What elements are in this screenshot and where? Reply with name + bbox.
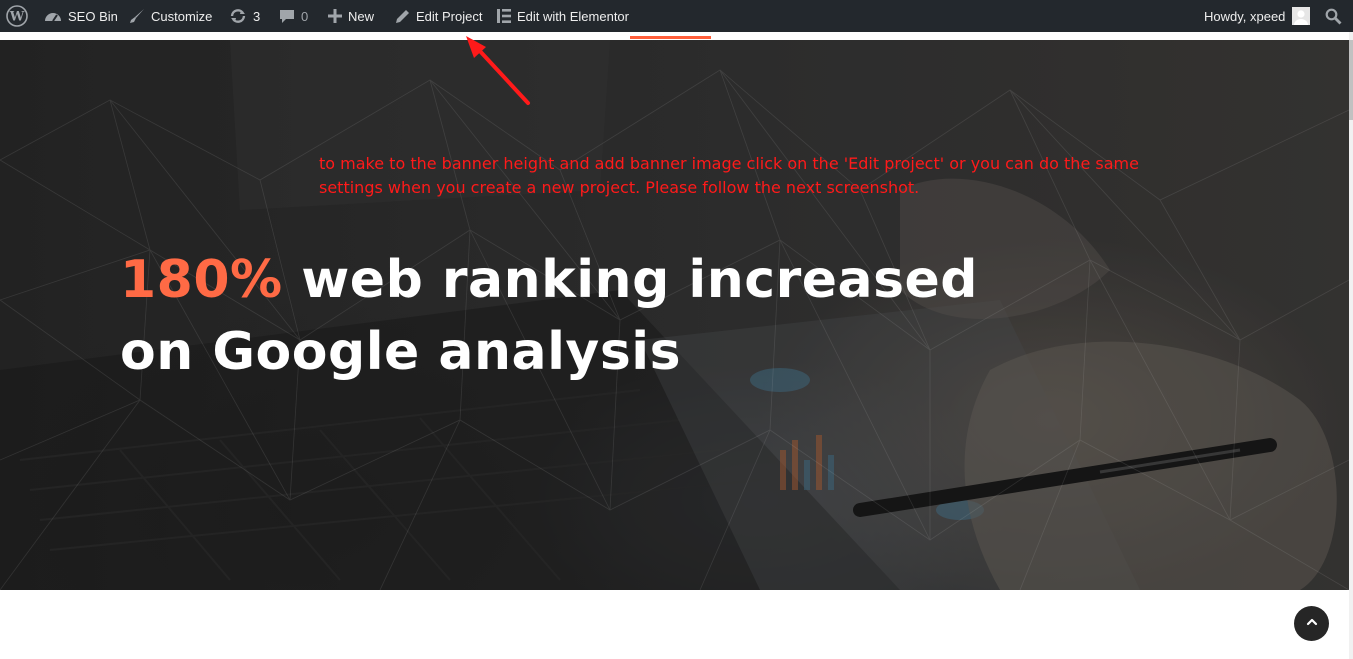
edit-project-label: Edit Project (416, 8, 483, 24)
user-avatar (1292, 7, 1311, 25)
comment-icon (279, 8, 295, 24)
page-scrollbar[interactable] (1349, 32, 1353, 659)
hero-banner: 180% web ranking increased on Google ana… (0, 40, 1349, 590)
site-name-link[interactable]: SEO Bin (44, 0, 118, 32)
plus-icon (328, 9, 342, 23)
updates-count: 3 (253, 8, 261, 24)
new-label: New (348, 8, 375, 24)
annotation-note: to make to the banner height and add ban… (319, 154, 1139, 197)
scrollbar-thumb[interactable] (1349, 40, 1353, 120)
customize-link[interactable]: Customize (129, 0, 212, 32)
comments-link[interactable]: 0 (279, 0, 308, 32)
comments-count: 0 (301, 8, 309, 24)
my-account-link[interactable]: Howdy, xpeed (1204, 0, 1311, 32)
search-icon (1325, 8, 1342, 25)
hero-headline: 180% web ranking increased on Google ana… (120, 244, 978, 388)
elementor-icon (497, 9, 511, 23)
edit-project-link[interactable]: Edit Project (395, 0, 482, 32)
brush-icon (129, 8, 145, 24)
updates-icon (229, 8, 247, 24)
headline-highlight: 180% (120, 250, 283, 310)
edit-elementor-link[interactable]: Edit with Elementor (497, 0, 629, 32)
header-strip (0, 32, 1353, 40)
wordpress-icon: W (6, 5, 28, 27)
customize-label: Customize (151, 8, 213, 24)
new-content-link[interactable]: New (328, 0, 374, 32)
admin-bar: W SEO Bin Customize 3 0 New Edit Project… (0, 0, 1353, 32)
pencil-icon (395, 9, 410, 24)
updates-link[interactable]: 3 (229, 0, 260, 32)
wordpress-menu[interactable]: W (6, 0, 34, 32)
svg-text:W: W (9, 10, 25, 25)
howdy-label: Howdy, xpeed (1204, 8, 1286, 24)
search-button[interactable] (1325, 0, 1348, 32)
edit-elementor-label: Edit with Elementor (517, 8, 629, 24)
dashboard-icon (44, 8, 62, 24)
chevron-up-icon (1306, 615, 1318, 633)
headline-line1: web ranking increased (282, 250, 979, 310)
active-menu-indicator (630, 36, 711, 39)
site-name-label: SEO Bin (68, 8, 118, 24)
back-to-top-button[interactable] (1294, 606, 1329, 641)
headline-line2: on Google analysis (120, 322, 682, 382)
